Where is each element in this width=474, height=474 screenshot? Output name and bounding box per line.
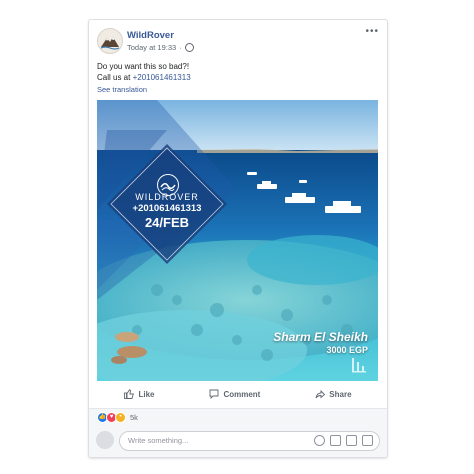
post-actions: Like Comment Share (97, 385, 379, 403)
emoji-icon[interactable] (314, 435, 325, 446)
like-label: Like (138, 389, 155, 399)
comment-composer: Write something... (89, 425, 387, 457)
post-timestamp[interactable]: Today at 19:33 (127, 43, 176, 52)
message-line-1: Do you want this so bad?! (97, 62, 190, 71)
post-image[interactable]: WILDROVER +201061461313 24/FEB Sharm El … (97, 100, 378, 381)
post-card: WildRover Today at 19:33 · ••• Do you wa… (88, 19, 388, 458)
wave-logo-icon (157, 174, 179, 196)
like-button[interactable]: Like (124, 389, 154, 399)
page-avatar[interactable] (97, 28, 123, 54)
ellipsis-icon[interactable]: ••• (365, 26, 379, 37)
destination-name: Sharm El Sheikh (273, 330, 368, 344)
badge-date: 24/FEB (144, 215, 190, 230)
comment-tools (314, 435, 373, 446)
post-meta: Today at 19:33 · (127, 43, 194, 52)
message-line-2-prefix: Call us at (97, 73, 133, 82)
see-translation-link[interactable]: See translation (97, 85, 147, 94)
page-name-link[interactable]: WildRover (127, 30, 174, 41)
promo-badge: WILDROVER +201061461313 24/FEB (107, 144, 227, 264)
comment-placeholder: Write something... (128, 436, 189, 445)
share-label: Share (329, 389, 352, 399)
gif-icon[interactable] (346, 435, 357, 446)
message-line-2: Call us at +201061461313 (97, 72, 191, 83)
badge-phone: +201061461313 (132, 203, 202, 214)
globe-icon (184, 43, 194, 52)
destination-price: 3000 EGP (326, 345, 368, 355)
comment-label: Comment (223, 389, 261, 399)
comment-button[interactable]: Comment (209, 389, 260, 399)
user-avatar (96, 431, 114, 449)
speech-bubble-icon (209, 389, 219, 399)
destination-label: Sharm El Sheikh 3000 EGP (273, 330, 368, 355)
mountain-logo-icon (100, 37, 120, 50)
comment-input[interactable]: Write something... (119, 431, 380, 451)
reaction-count: 5k (130, 413, 138, 422)
reaction-summary[interactable]: 👍 ♥ • 5k (89, 408, 387, 426)
sticker-icon[interactable] (362, 435, 373, 446)
share-arrow-icon (315, 389, 326, 399)
wow-reaction-icon: • (115, 412, 126, 423)
post-message: Do you want this so bad?! Call us at +20… (97, 61, 191, 83)
phone-link[interactable]: +201061461313 (133, 73, 191, 82)
thumbs-up-icon (124, 389, 135, 399)
camera-icon[interactable] (330, 435, 341, 446)
post-header: WildRover Today at 19:33 · ••• (97, 26, 379, 56)
share-button[interactable]: Share (315, 389, 352, 399)
